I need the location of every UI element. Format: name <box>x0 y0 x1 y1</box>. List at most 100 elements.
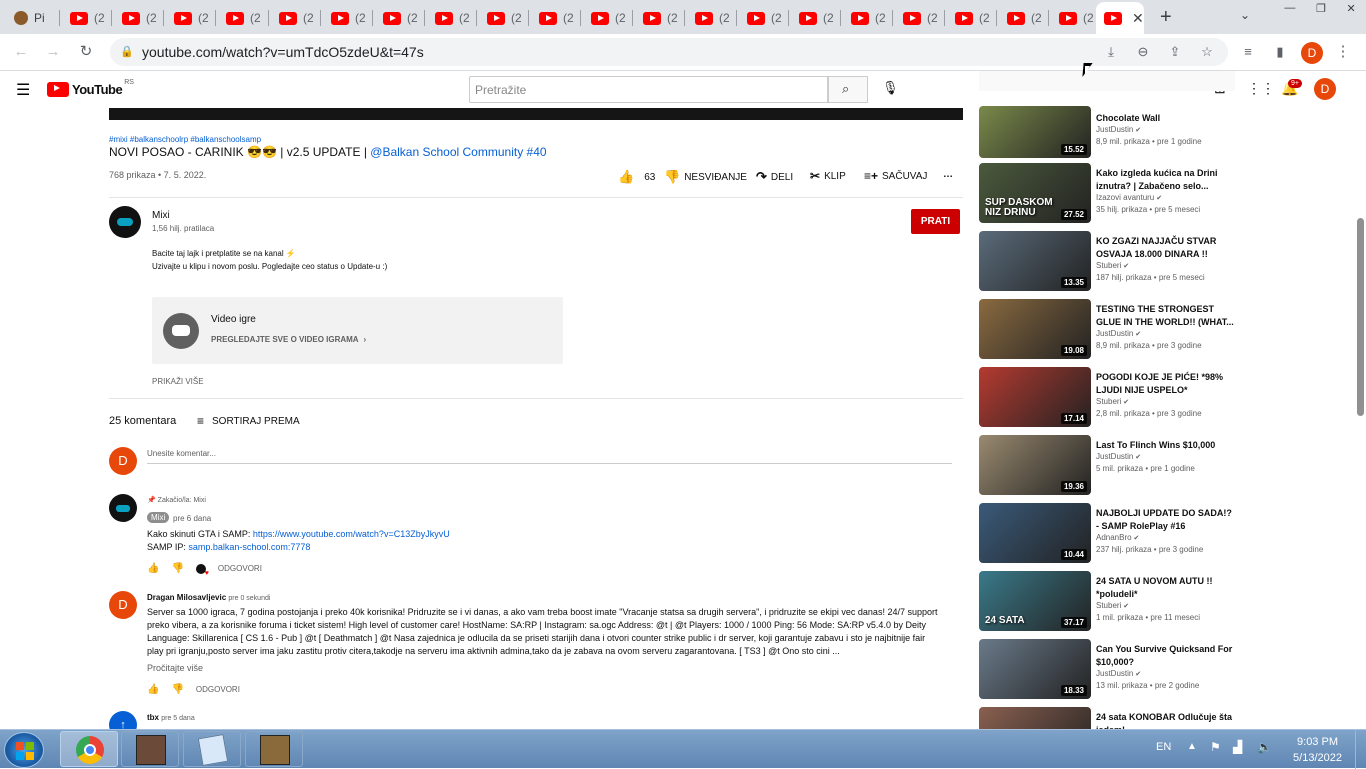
address-bar[interactable]: 🔒 youtube.com/watch?v=umTdcO5zdeU&t=47s … <box>110 38 1228 66</box>
video-thumbnail[interactable]: 18.33 <box>979 639 1091 699</box>
video-title[interactable]: 24 SATA U NOVOM AUTU !! *poludeli* <box>1096 575 1236 601</box>
thumbs-down-icon[interactable]: 👎 <box>171 684 183 695</box>
tab-youtube[interactable]: (2 <box>583 5 633 31</box>
media-control-icon[interactable]: ≡ <box>1237 41 1259 63</box>
video-channel[interactable]: JustDustin ✔ <box>1096 125 1141 134</box>
hamburger-menu-icon[interactable]: ☰ <box>16 80 30 100</box>
video-player[interactable] <box>109 108 963 120</box>
video-channel[interactable]: Stuberi ✔ <box>1096 261 1129 270</box>
close-window-icon[interactable]: ✕ <box>1346 2 1355 16</box>
restore-icon[interactable]: ❐ <box>1316 2 1326 16</box>
tab-youtube[interactable]: (2 <box>218 5 268 31</box>
video-title[interactable]: POGODI KOJE JE PIĆE! *98% LJUDI NIJE USP… <box>1096 371 1236 397</box>
video-channel[interactable]: Stuberi ✔ <box>1096 397 1129 406</box>
back-icon[interactable]: ← <box>10 41 32 63</box>
tab-youtube[interactable]: (2 <box>375 5 425 31</box>
commenter-avatar[interactable]: D <box>109 591 137 619</box>
tab-youtube[interactable]: (2 <box>947 5 997 31</box>
reply-button[interactable]: ODGOVORI <box>196 685 240 694</box>
dislike-button[interactable]: 👎 NESVIĐANJE <box>664 169 747 185</box>
youtube-profile-avatar[interactable]: D <box>1314 78 1336 100</box>
tab-youtube[interactable]: (2 <box>323 5 373 31</box>
comment-link[interactable]: samp.balkan-school.com:7778 <box>188 542 310 552</box>
tab-youtube[interactable]: (2 <box>635 5 685 31</box>
video-title[interactable]: NAJBOLJI UPDATE DO SADA!? - SAMP RolePla… <box>1096 507 1236 533</box>
video-thumbnail[interactable]: 17.14 <box>979 367 1091 427</box>
subscribe-button[interactable]: PRATI <box>911 209 960 234</box>
video-title-tag[interactable]: #40 <box>523 145 547 159</box>
save-button[interactable]: ≡+ SAČUVAJ <box>864 169 927 183</box>
language-indicator[interactable]: EN <box>1156 741 1171 753</box>
system-clock[interactable]: 9:03 PM 5/13/2022 <box>1285 734 1350 766</box>
taskbar-notepad[interactable] <box>183 731 241 767</box>
volume-icon[interactable]: 🔈 <box>1257 740 1272 754</box>
search-button[interactable]: ⌕ <box>828 76 868 103</box>
voice-search-icon[interactable]: 🎙 <box>882 80 899 96</box>
search-input[interactable]: Pretražite <box>469 76 828 103</box>
video-thumbnail[interactable]: 10.44 <box>979 503 1091 563</box>
tab-youtube[interactable]: (2 <box>114 5 164 31</box>
video-channel[interactable]: AdnanBro ✔ <box>1096 533 1139 542</box>
comment-link[interactable]: https://www.youtube.com/watch?v=C13ZbyJk… <box>253 529 450 539</box>
minimize-icon[interactable]: — <box>1284 2 1295 16</box>
read-more-button[interactable]: Pročitajte više <box>147 663 203 673</box>
tab-youtube[interactable]: (2 <box>791 5 841 31</box>
commenter-avatar[interactable] <box>109 494 137 522</box>
tab-youtube[interactable]: (2 <box>166 5 216 31</box>
video-thumbnail[interactable]: 19.36 <box>979 435 1091 495</box>
taskbar-app-2[interactable] <box>245 731 303 767</box>
show-more-button[interactable]: PRIKAŽI VIŠE <box>152 377 204 386</box>
video-title[interactable]: KO ZGAZI NAJJAČU STVAR OSVAJA 18.000 DIN… <box>1096 235 1236 261</box>
game-card[interactable]: Video igre PREGLEDAJTE SVE O VIDEO IGRAM… <box>152 297 563 364</box>
like-button[interactable]: 👍 63 <box>618 169 655 185</box>
channel-avatar[interactable] <box>109 206 141 238</box>
video-channel[interactable]: Izazovi avanturu ✔ <box>1096 193 1162 202</box>
video-title[interactable]: Can You Survive Quicksand For $10,000? <box>1096 643 1236 669</box>
tab-youtube[interactable]: (2 <box>843 5 893 31</box>
video-title[interactable]: Kako izgleda kućica na Drini iznutra? | … <box>1096 167 1236 193</box>
forward-icon[interactable]: → <box>42 41 64 63</box>
comment-author[interactable]: Dragan Milosavljevic <box>147 593 226 602</box>
thumbs-up-icon[interactable]: 👍 <box>147 684 159 695</box>
tab-active[interactable]: ✕ <box>1096 2 1144 34</box>
tab-first[interactable]: Pi <box>6 5 58 31</box>
tab-youtube[interactable]: (2 <box>479 5 529 31</box>
scrollbar-thumb[interactable] <box>1357 218 1364 416</box>
video-thumbnail[interactable]: SUP DASKOM NIZ DRINU 27.52 <box>979 163 1091 223</box>
close-tab-icon[interactable]: ✕ <box>1132 10 1144 27</box>
network-icon[interactable]: ▟ <box>1233 740 1242 754</box>
video-thumbnail[interactable]: 13.35 <box>979 231 1091 291</box>
side-panel-icon[interactable]: ▮ <box>1269 41 1291 63</box>
tab-youtube[interactable]: (2 <box>895 5 945 31</box>
start-button[interactable] <box>4 732 44 768</box>
video-title-mention[interactable]: @Balkan School Community <box>370 145 523 159</box>
video-channel[interactable]: Stuberi ✔ <box>1096 601 1129 610</box>
tab-search-icon[interactable]: ⌄ <box>1240 8 1250 22</box>
tab-youtube[interactable]: (2 <box>427 5 477 31</box>
show-hidden-icons-icon[interactable]: ▲ <box>1187 741 1197 752</box>
comment-author-badge[interactable]: Mixi <box>147 512 170 523</box>
video-thumbnail[interactable]: 15.52 <box>979 106 1091 158</box>
action-center-icon[interactable]: ⚑ <box>1210 740 1221 754</box>
share-icon[interactable]: ⇪ <box>1164 41 1186 63</box>
tab-youtube[interactable]: (2 <box>1051 5 1101 31</box>
comment-author[interactable]: tbx <box>147 713 159 722</box>
reload-icon[interactable]: ↻ <box>75 41 97 63</box>
share-button[interactable]: ↷ DELI <box>756 169 793 185</box>
zoom-icon[interactable]: ⊖ <box>1132 41 1154 63</box>
new-tab-button[interactable]: + <box>1160 6 1172 29</box>
page-scrollbar[interactable] <box>1354 71 1366 729</box>
tab-youtube[interactable]: (2 <box>687 5 737 31</box>
video-thumbnail[interactable]: 19.08 <box>979 299 1091 359</box>
comment-input[interactable]: Unesite komentar... <box>147 449 952 464</box>
show-desktop-button[interactable] <box>1355 730 1366 769</box>
sort-button[interactable]: ≡ SORTIRAJ PREMA <box>197 414 300 428</box>
tab-youtube[interactable]: (2 <box>531 5 581 31</box>
tab-youtube[interactable]: (2 <box>62 5 112 31</box>
taskbar-chrome[interactable] <box>60 731 118 767</box>
bookmark-star-icon[interactable]: ☆ <box>1196 41 1218 63</box>
apps-grid-icon[interactable]: ⋮⋮ <box>1247 80 1275 97</box>
game-card-link[interactable]: PREGLEDAJTE SVE O VIDEO IGRAMA › <box>211 335 366 344</box>
video-channel[interactable]: JustDustin ✔ <box>1096 669 1141 678</box>
browser-menu-icon[interactable]: ⋮ <box>1332 41 1354 63</box>
